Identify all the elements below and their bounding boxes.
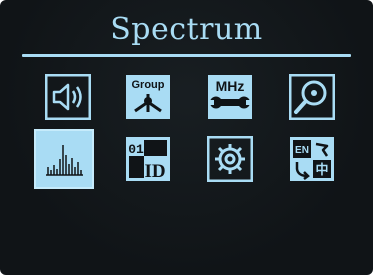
- menu-item-settings[interactable]: [207, 136, 253, 182]
- lang-zh-label: 中: [315, 162, 328, 178]
- menu-item-language[interactable]: EN 中: [289, 136, 335, 182]
- id-number-icon: 01 ID: [126, 137, 170, 182]
- mhz-wrench-icon: MHz: [208, 75, 252, 119]
- speaker-volume-icon: [45, 74, 91, 120]
- menu-item-spectrum[interactable]: [34, 129, 94, 189]
- device-screen: Spectrum Group MHz 01 ID EN 中: [0, 0, 373, 275]
- menu-item-frequency[interactable]: MHz: [207, 74, 253, 120]
- settings-gear-icon: [207, 136, 253, 182]
- spectrum-bars-icon: [46, 145, 83, 176]
- lang-en-label: EN: [295, 145, 309, 156]
- mhz-label: MHz: [216, 78, 245, 94]
- id-label: ID: [144, 161, 165, 182]
- search-scan-icon: [289, 74, 335, 120]
- menu-item-search[interactable]: [289, 74, 335, 120]
- group-label: Group: [132, 79, 165, 91]
- language-icon: EN 中: [290, 137, 334, 181]
- menu-item-group[interactable]: Group: [125, 74, 171, 120]
- menu-item-id[interactable]: 01 ID: [125, 136, 171, 182]
- menu-grid: Group MHz 01 ID EN 中: [0, 0, 373, 275]
- group-network-icon: Group: [126, 75, 170, 119]
- id-number-label: 01: [128, 142, 144, 157]
- menu-item-volume[interactable]: [45, 74, 91, 120]
